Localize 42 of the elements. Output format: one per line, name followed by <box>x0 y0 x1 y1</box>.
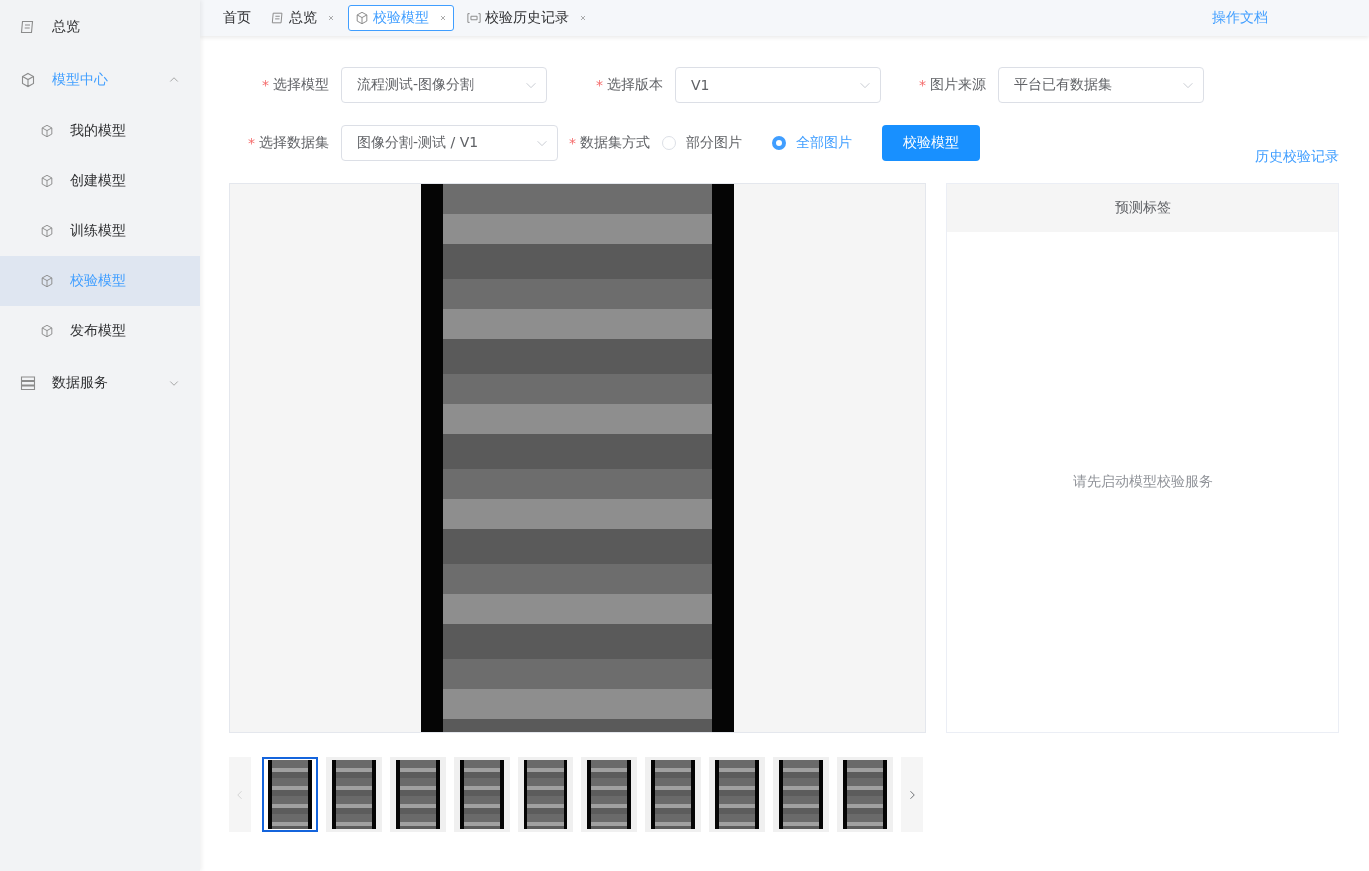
field-label: * 选择模型 <box>261 76 330 94</box>
thumbnail[interactable] <box>837 757 893 832</box>
sidebar-item[interactable]: 数据服务 <box>0 356 200 409</box>
sidebar-item[interactable]: 我的模型 <box>0 106 200 156</box>
tab[interactable]: 总览 <box>264 5 342 31</box>
field-label: * 选择数据集 <box>247 134 330 152</box>
sidebar-item[interactable]: 发布模型 <box>0 306 200 356</box>
tab[interactable]: 校验历史记录 <box>460 5 594 31</box>
field-label: * 选择版本 <box>595 76 664 94</box>
list-icon <box>20 374 36 391</box>
thumbnail[interactable] <box>261 757 318 832</box>
thumbnail[interactable] <box>389 757 446 832</box>
document-icon <box>271 11 285 25</box>
thumbnail[interactable] <box>517 757 574 832</box>
select-field[interactable]: V1 <box>675 67 881 103</box>
sidebar-item[interactable]: 创建模型 <box>0 156 200 206</box>
cube-icon <box>40 324 54 338</box>
cube-icon <box>20 71 36 88</box>
thumbnail[interactable] <box>773 757 830 832</box>
sidebar-item[interactable]: 总览 <box>0 0 200 53</box>
thumbnail[interactable] <box>581 757 638 832</box>
cube-icon <box>40 124 54 138</box>
thumbnail[interactable] <box>325 757 382 832</box>
thumbnail[interactable] <box>453 757 510 832</box>
panel-header: 预测标签 <box>947 184 1338 232</box>
cube-icon <box>40 174 54 188</box>
select-field[interactable]: 流程测试-图像分割 <box>341 67 547 103</box>
select-field[interactable]: 平台已有数据集 <box>998 67 1204 103</box>
cube-icon <box>40 274 54 288</box>
tab[interactable]: 首页 <box>216 5 258 31</box>
field-label: * 图片来源 <box>918 76 987 94</box>
frame-icon <box>467 11 481 25</box>
thumbnail[interactable] <box>645 757 702 832</box>
document-icon <box>20 18 36 35</box>
cube-icon <box>355 11 369 25</box>
thumbnail[interactable] <box>709 757 766 832</box>
empty-message: 请先启动模型校验服务 <box>1072 473 1213 491</box>
radio-option[interactable]: 部分图片 <box>662 134 742 152</box>
field-label: * 数据集方式 <box>568 134 651 152</box>
sidebar-item[interactable]: 训练模型 <box>0 206 200 256</box>
cube-icon <box>40 224 54 238</box>
select-field[interactable]: 图像分割-测试 / V1 <box>341 125 558 161</box>
